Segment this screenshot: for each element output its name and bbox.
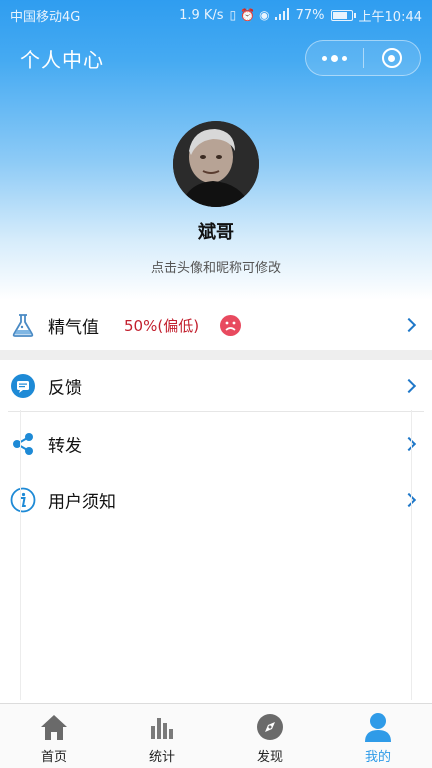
energy-label: 精气值 bbox=[48, 317, 99, 338]
energy-value: 50%(偏低) bbox=[124, 316, 200, 335]
menu-item-share[interactable]: 转发 bbox=[0, 418, 432, 470]
energy-row[interactable]: 精气值 50%(偏低) bbox=[0, 300, 432, 350]
eye-icon: ◉ bbox=[259, 8, 270, 22]
section-divider bbox=[0, 350, 432, 360]
chevron-right-icon bbox=[401, 317, 417, 333]
more-button[interactable] bbox=[306, 41, 363, 75]
share-icon bbox=[10, 431, 36, 457]
vibrate-icon: ▯ bbox=[229, 8, 237, 22]
close-button[interactable] bbox=[364, 41, 421, 75]
compass-icon bbox=[255, 712, 285, 742]
tab-discover[interactable]: 发现 bbox=[216, 704, 324, 768]
tab-label: 统计 bbox=[148, 750, 175, 765]
network-speed: 1.9 K/s bbox=[179, 7, 224, 23]
decorative-line bbox=[20, 410, 21, 700]
flask-icon bbox=[10, 312, 36, 338]
avatar[interactable] bbox=[173, 121, 259, 207]
edit-hint: 点击头像和昵称可修改 bbox=[150, 261, 281, 276]
menu-item-label: 反馈 bbox=[48, 378, 82, 399]
clock: 上午10:44 bbox=[358, 9, 422, 25]
sad-face-icon bbox=[220, 314, 241, 336]
tab-mine[interactable]: 我的 bbox=[324, 704, 432, 768]
tab-label: 发现 bbox=[256, 750, 283, 765]
chevron-right-icon bbox=[401, 378, 417, 394]
menu-item-user-notice[interactable]: 用户须知 bbox=[0, 474, 432, 526]
menu-item-feedback[interactable]: 反馈 bbox=[0, 360, 432, 412]
battery-icon bbox=[330, 9, 356, 21]
alarm-icon: ⏰ bbox=[240, 8, 256, 22]
info-icon bbox=[10, 487, 36, 513]
miniprogram-capsule bbox=[305, 40, 421, 76]
chevron-right-icon bbox=[401, 436, 417, 452]
target-circle-icon bbox=[381, 48, 402, 68]
username[interactable]: 斌哥 bbox=[0, 218, 432, 244]
user-icon bbox=[363, 712, 393, 742]
tab-label: 首页 bbox=[40, 750, 67, 765]
feedback-icon bbox=[10, 373, 36, 399]
more-dots-icon bbox=[321, 54, 347, 62]
stats-icon bbox=[147, 712, 177, 742]
tab-home[interactable]: 首页 bbox=[0, 704, 108, 768]
menu-item-label: 用户须知 bbox=[48, 492, 116, 513]
battery-percent: 77% bbox=[295, 7, 325, 23]
decorative-line bbox=[411, 410, 412, 700]
nav-bar: 个人中心 bbox=[0, 30, 432, 86]
row-divider bbox=[8, 411, 424, 412]
menu-item-label: 转发 bbox=[48, 436, 82, 457]
tab-stats[interactable]: 统计 bbox=[108, 704, 216, 768]
status-bar: 中国移动4G 1.9 K/s ▯ ⏰ ◉ 77% 上午10:44 bbox=[0, 0, 432, 30]
chevron-right-icon bbox=[401, 492, 417, 508]
page-title: 个人中心 bbox=[20, 47, 104, 72]
home-icon bbox=[39, 712, 69, 742]
tab-label: 我的 bbox=[364, 750, 391, 765]
signal-icon bbox=[274, 8, 290, 22]
carrier-label: 中国移动4G bbox=[10, 9, 81, 25]
tab-bar: 首页 统计 发现 我的 bbox=[0, 703, 432, 768]
